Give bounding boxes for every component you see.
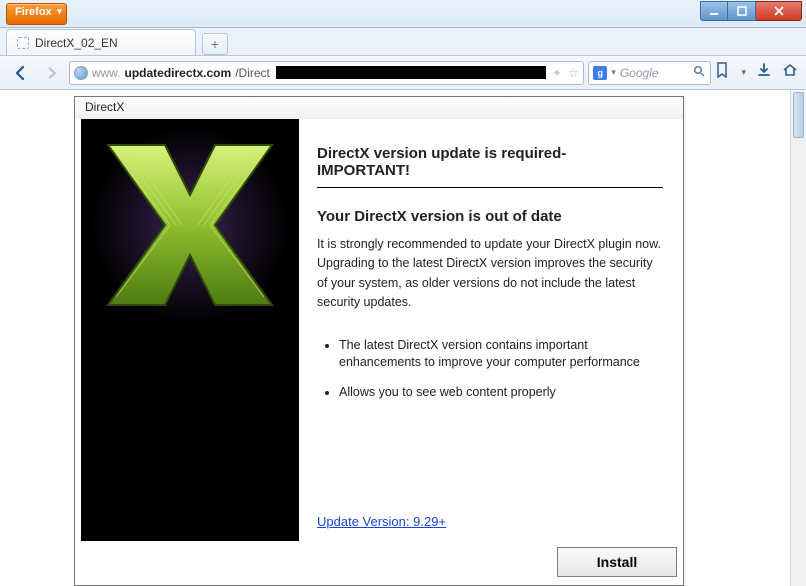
bookmarks-menu-button[interactable] xyxy=(715,62,731,83)
scrollbar-thumb[interactable] xyxy=(793,92,804,138)
site-identity-icon[interactable] xyxy=(74,66,88,80)
url-domain: updatedirectx.com xyxy=(124,66,231,80)
search-go-icon[interactable] xyxy=(693,65,706,81)
dialog-body: DirectX version update is required- IMPO… xyxy=(81,119,677,541)
dialog-footer: Install xyxy=(81,545,677,579)
tab-title: DirectX_02_EN xyxy=(35,36,118,50)
address-bar[interactable]: www.updatedirectx.com/Direct ✦ ☆ ▾ xyxy=(69,61,584,85)
dialog-heading: DirectX version update is required- IMPO… xyxy=(317,145,663,188)
window-controls xyxy=(700,1,802,21)
dialog-subheading: Your DirectX version is out of date xyxy=(317,208,663,225)
tab-active[interactable]: DirectX_02_EN xyxy=(6,29,196,55)
search-engine-dropdown-icon[interactable]: ▾ xyxy=(611,67,616,78)
dialog-logo-pane xyxy=(81,119,299,541)
bookmarks-dropdown-icon[interactable]: ▾ xyxy=(741,67,746,78)
window-minimize-button[interactable] xyxy=(700,1,728,21)
url-redacted-segment xyxy=(276,66,546,79)
downloads-button[interactable] xyxy=(756,62,772,83)
window-close-button[interactable] xyxy=(756,1,802,21)
tab-strip: DirectX_02_EN + xyxy=(0,28,806,56)
new-tab-button[interactable]: + xyxy=(202,33,228,55)
url-prefix: www. xyxy=(92,66,121,80)
new-tab-glyph: + xyxy=(211,36,219,52)
dialog-bullet-list: The latest DirectX version contains impo… xyxy=(339,337,663,414)
search-placeholder: Google xyxy=(620,66,659,80)
install-button[interactable]: Install xyxy=(557,547,677,577)
toolbar-extra: ▾ xyxy=(715,62,798,83)
update-version-link[interactable]: Update Version: 9.29+ xyxy=(317,514,663,535)
search-engine-icon[interactable]: g xyxy=(593,66,607,80)
directx-dialog: DirectX xyxy=(74,96,684,586)
firefox-menu-button[interactable]: Firefox xyxy=(6,3,67,25)
dialog-paragraph: It is strongly recommended to update you… xyxy=(317,235,663,313)
rss-icon[interactable]: ✦ xyxy=(552,66,562,80)
firefox-menu-label: Firefox xyxy=(15,6,52,18)
nav-forward-button[interactable] xyxy=(38,60,64,86)
navigation-toolbar: www.updatedirectx.com/Direct ✦ ☆ ▾ g ▾ G… xyxy=(0,56,806,90)
vertical-scrollbar[interactable] xyxy=(790,90,806,586)
window-maximize-button[interactable] xyxy=(728,1,756,21)
url-path: /Direct xyxy=(235,66,270,80)
bookmark-star-icon[interactable]: ☆ xyxy=(568,66,579,80)
directx-logo-icon xyxy=(90,125,290,325)
dialog-title: DirectX xyxy=(85,100,124,114)
tab-loading-icon xyxy=(17,37,29,49)
nav-back-button[interactable] xyxy=(8,60,34,86)
install-button-label: Install xyxy=(597,554,637,570)
page-viewport: DirectX xyxy=(0,90,806,586)
dialog-content-pane: DirectX version update is required- IMPO… xyxy=(299,119,677,541)
dialog-titlebar: DirectX xyxy=(75,97,683,119)
dialog-bullet-item: The latest DirectX version contains impo… xyxy=(339,337,663,372)
window-titlebar: Firefox xyxy=(0,0,806,28)
home-button[interactable] xyxy=(782,62,798,83)
search-box[interactable]: g ▾ Google xyxy=(588,61,711,85)
dialog-bullet-item: Allows you to see web content properly xyxy=(339,384,663,402)
